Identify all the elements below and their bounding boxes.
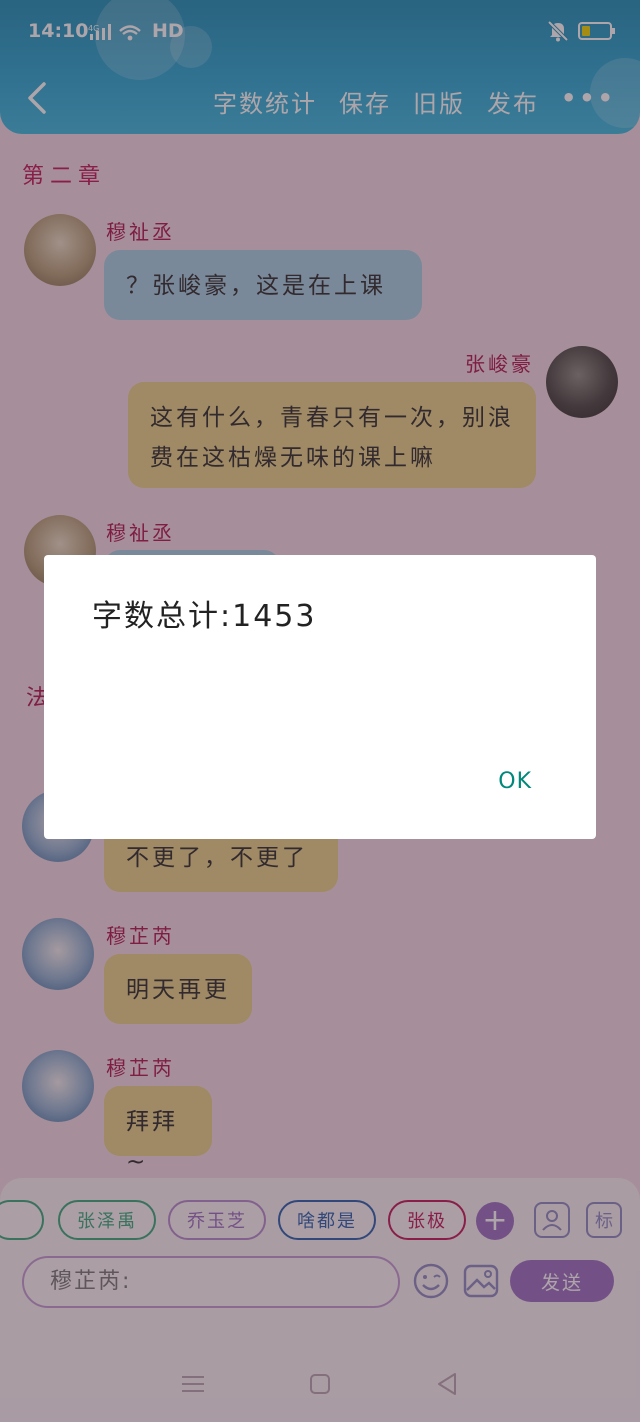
- word-count-dialog: 字数总计:1453 OK: [44, 555, 596, 839]
- ok-button[interactable]: OK: [498, 769, 532, 794]
- dialog-message: 字数总计:1453: [92, 599, 317, 634]
